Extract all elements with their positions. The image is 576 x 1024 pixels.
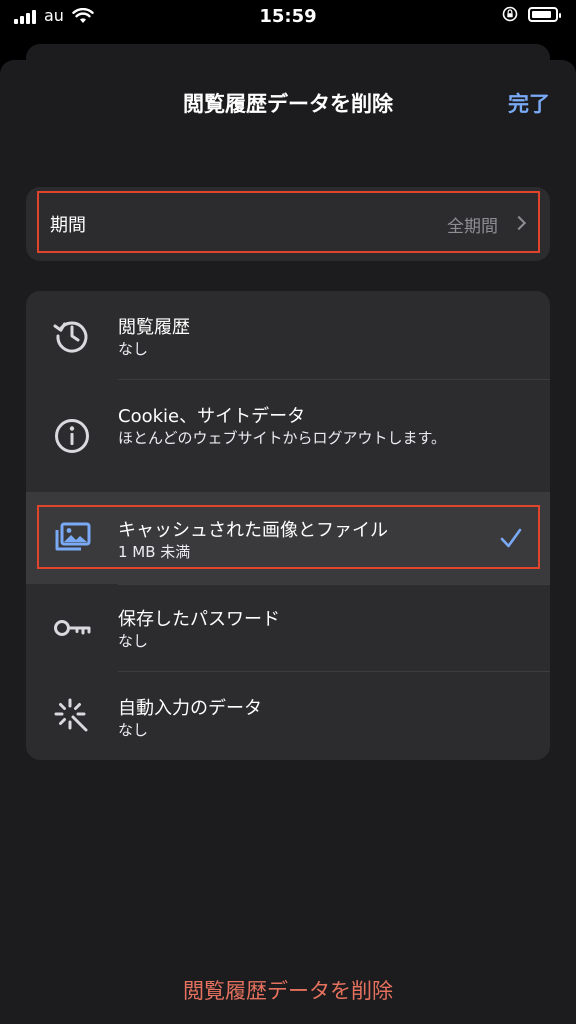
item-subtitle: なし [118,340,149,358]
battery-icon [528,6,561,22]
done-button[interactable]: 完了 [508,88,550,118]
clear-browsing-data-button[interactable]: 閲覧履歴データを削除 [0,975,576,1005]
orientation-lock-icon [502,6,518,22]
item-subtitle: なし [118,721,149,739]
history-icon [53,321,88,353]
status-bar: au 15:59 [0,0,576,34]
item-title: キャッシュされた画像とファイル [118,520,388,541]
item-title: 閲覧履歴 [118,317,190,338]
status-time: 15:59 [259,6,317,27]
sheet-title: 閲覧履歴データを削除 [183,92,393,116]
checkmark-icon [500,528,522,548]
list-item-cached-images-files[interactable]: キャッシュされた画像とファイル 1 MB 未満 [26,492,550,584]
chevron-right-icon [511,215,527,231]
status-bar-right [502,6,561,22]
item-subtitle: ほとんどのウェブサイトからログアウトします。 [118,429,447,447]
time-range-value: 全期間 [447,217,498,237]
data-types-list: 閲覧履歴 なし Cookie、サイトデータ ほとんどのウェブサイトからログアウト… [26,291,550,760]
item-subtitle: 1 MB 未満 [118,543,191,561]
period-card: 期間 全期間 [26,187,550,261]
time-range-row[interactable]: 期間 全期間 [26,187,550,261]
item-title: 自動入力のデータ [118,698,262,719]
list-item-saved-passwords[interactable]: 保存したパスワード なし [26,585,550,671]
item-title: Cookie、サイトデータ [118,406,306,427]
time-range-label: 期間 [50,215,86,236]
item-subtitle: なし [118,632,149,650]
magic-wand-icon [54,698,88,732]
list-item-cookies-site-data[interactable]: Cookie、サイトデータ ほとんどのウェブサイトからログアウトします。 [26,380,550,492]
item-title: 保存したパスワード [118,609,280,630]
key-icon [54,620,91,636]
images-icon [55,522,91,551]
list-item-autofill-data[interactable]: 自動入力のデータ なし [26,672,550,760]
list-item-browsing-history[interactable]: 閲覧履歴 なし [26,291,550,379]
info-icon [55,419,89,453]
